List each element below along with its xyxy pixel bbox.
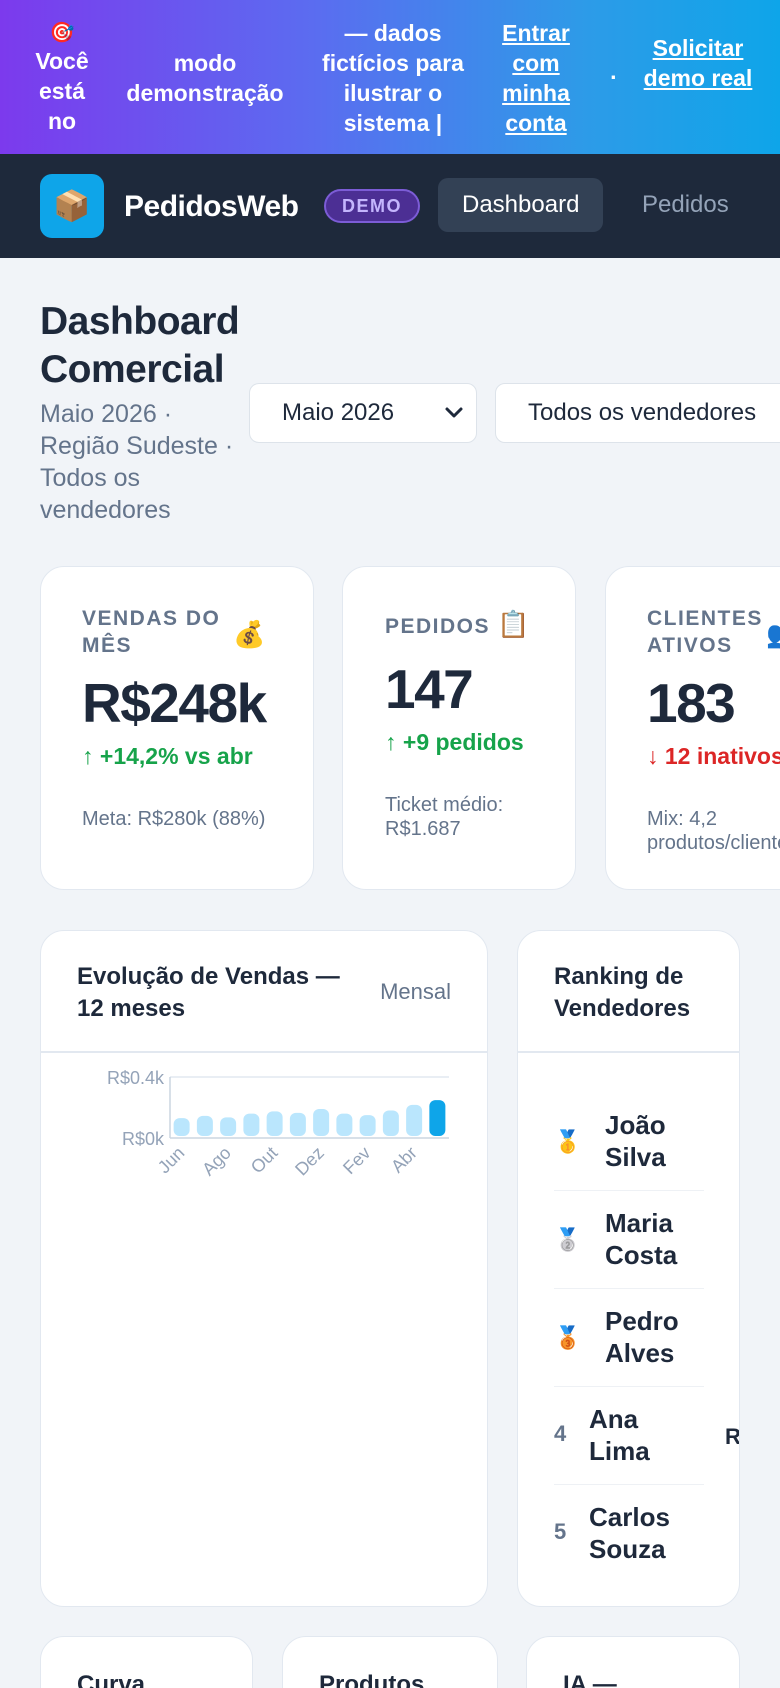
brand-name[interactable]: PedidosWeb [124, 190, 299, 224]
chart-bar [313, 1109, 330, 1136]
card-title: Curva [77, 1671, 146, 1688]
ranking-row[interactable]: 5 Carlos Souza [554, 1485, 704, 1583]
products-card: Produtos [282, 1636, 498, 1688]
kpi-value: R$248k [82, 672, 267, 734]
tab-pedidos[interactable]: Pedidos [618, 178, 753, 232]
month-select-value: Maio 2026 [282, 399, 395, 426]
ranking-row[interactable]: 🥉 Pedro Alves [554, 1289, 704, 1387]
chart-bar [220, 1117, 237, 1136]
ai-card: IA — [526, 1636, 740, 1688]
kpi-note: Meta: R$280k (88%) [82, 808, 266, 830]
kpi-note: Mix: 4,2 produtos/cliente [647, 808, 780, 854]
chart-x-tick-label: Abr [387, 1143, 421, 1177]
chart-x-tick-label: Fev [339, 1143, 374, 1178]
kpi-card-clients: Clientes ativos 👥 183 ↓ 12 inativos 90d … [605, 566, 780, 890]
chevron-down-icon [444, 384, 464, 464]
banner-you-are: 🎯 Você está no [22, 20, 102, 136]
logo[interactable]: 📦 [40, 174, 104, 238]
kpi-value: 183 [647, 672, 736, 734]
panel-title: Ranking de Vendedores [554, 963, 691, 1022]
banner-separator: · [610, 64, 618, 90]
chart-bar [173, 1118, 190, 1136]
chart-x-tick-label: Out [247, 1143, 282, 1178]
period-label[interactable]: Mensal [380, 979, 451, 1005]
curve-card: Curva [40, 1636, 253, 1688]
kpi-card-orders: Pedidos 📋 147 ↑ +9 pedidos Ticket médio:… [342, 566, 576, 890]
chart-bar [196, 1115, 213, 1136]
gold-medal-icon: 🥇 [554, 1129, 582, 1154]
kpi-card-sales: Vendas do mês 💰 R$248k ↑ +14,2% vs abr M… [40, 566, 314, 890]
panel-header: Evolução de Vendas — 12 meses Mensal [41, 931, 487, 1053]
card-title: Produtos [319, 1671, 425, 1688]
seller-name: Carlos Souza [589, 1502, 670, 1564]
chart-bar [359, 1115, 376, 1136]
chart-bar [429, 1100, 446, 1136]
kpi-value: 147 [385, 658, 474, 720]
kpi-delta: ↑ +9 pedidos [385, 729, 524, 755]
kpi-label: Vendas do mês [82, 607, 221, 657]
rank-number: 4 [554, 1421, 567, 1446]
bronze-medal-icon: 🥉 [554, 1325, 582, 1350]
chart-x-tick-label: Ago [198, 1143, 235, 1180]
package-icon: 📦 [53, 189, 91, 223]
month-select[interactable]: Maio 2026 [249, 383, 477, 443]
login-link[interactable]: Entrar com minha conta [492, 18, 580, 138]
banner-fictitious-text: — dados fictícios para ilustrar o sistem… [322, 20, 464, 136]
panel-title: Evolução de Vendas — 12 meses [77, 963, 340, 1022]
money-bag-icon: 💰 [233, 619, 266, 649]
sales-chart-panel: Evolução de Vendas — 12 meses Mensal R$0… [40, 930, 488, 1607]
users-icon: 👥 [766, 619, 780, 650]
ranking-row[interactable]: 4 Ana Lima R [554, 1387, 739, 1485]
kpi-note: Ticket médio: R$1.687 [385, 794, 504, 840]
seller-name: Maria Costa [605, 1208, 678, 1270]
ranking-panel: Ranking de Vendedores 🥇 João Silva 🥈 Mar… [517, 930, 740, 1607]
kpi-label: Pedidos [385, 615, 491, 638]
seller-select[interactable]: Todos os vendedores [495, 383, 780, 443]
panel-header: Ranking de Vendedores [518, 931, 739, 1053]
sales-bar-chart: R$0.4kR$0kJun Ago Out Dez Fev Abr [107, 1068, 449, 1180]
chart-bar [336, 1113, 353, 1136]
chart-y-tick-label: R$0k [122, 1129, 165, 1149]
kpi-delta: ↓ 12 inativos 90d [647, 743, 780, 769]
card-title: IA — [563, 1671, 617, 1688]
kpi-label: Clientes ativos [647, 607, 763, 657]
silver-medal-icon: 🥈 [554, 1227, 582, 1252]
tab-dashboard[interactable]: Dashboard [438, 178, 604, 232]
banner-you-are-text: Você está no [35, 48, 89, 134]
clipboard-icon: 📋 [497, 609, 530, 639]
seller-name: Pedro Alves [605, 1306, 679, 1368]
banner-mode-text: modo demonstração [126, 50, 284, 106]
chart-bar [382, 1110, 399, 1136]
demo-banner: 🎯 Você está no modo demonstração — dados… [0, 0, 780, 154]
seller-select-value: Todos os vendedores [528, 399, 757, 426]
ranking-row[interactable]: 🥇 João Silva [554, 1093, 704, 1191]
page-subtitle: Maio 2026 · Região Sudeste · Todos os ve… [40, 400, 234, 524]
chart-bar [243, 1113, 260, 1136]
seller-value-cut: R [725, 1424, 740, 1449]
ranking-row[interactable]: 🥈 Maria Costa [554, 1191, 704, 1289]
chart-y-tick-label: R$0.4k [107, 1068, 165, 1088]
page-title: Dashboard Comercial [40, 300, 240, 391]
chart-bar [266, 1111, 283, 1136]
target-icon: 🎯 [49, 22, 75, 44]
chart-x-tick-label: Dez [291, 1143, 328, 1180]
request-demo-link[interactable]: Solicitar demo real [640, 33, 756, 93]
seller-name: João Silva [605, 1110, 666, 1172]
chart-bar [289, 1112, 306, 1136]
chart-bar [406, 1104, 423, 1136]
demo-badge: DEMO [324, 189, 420, 223]
kpi-delta: ↑ +14,2% vs abr [82, 743, 253, 769]
top-nav: 📦 PedidosWeb DEMO Dashboard Pedidos [0, 154, 780, 258]
seller-name: Ana Lima [589, 1404, 650, 1466]
rank-number: 5 [554, 1519, 567, 1544]
